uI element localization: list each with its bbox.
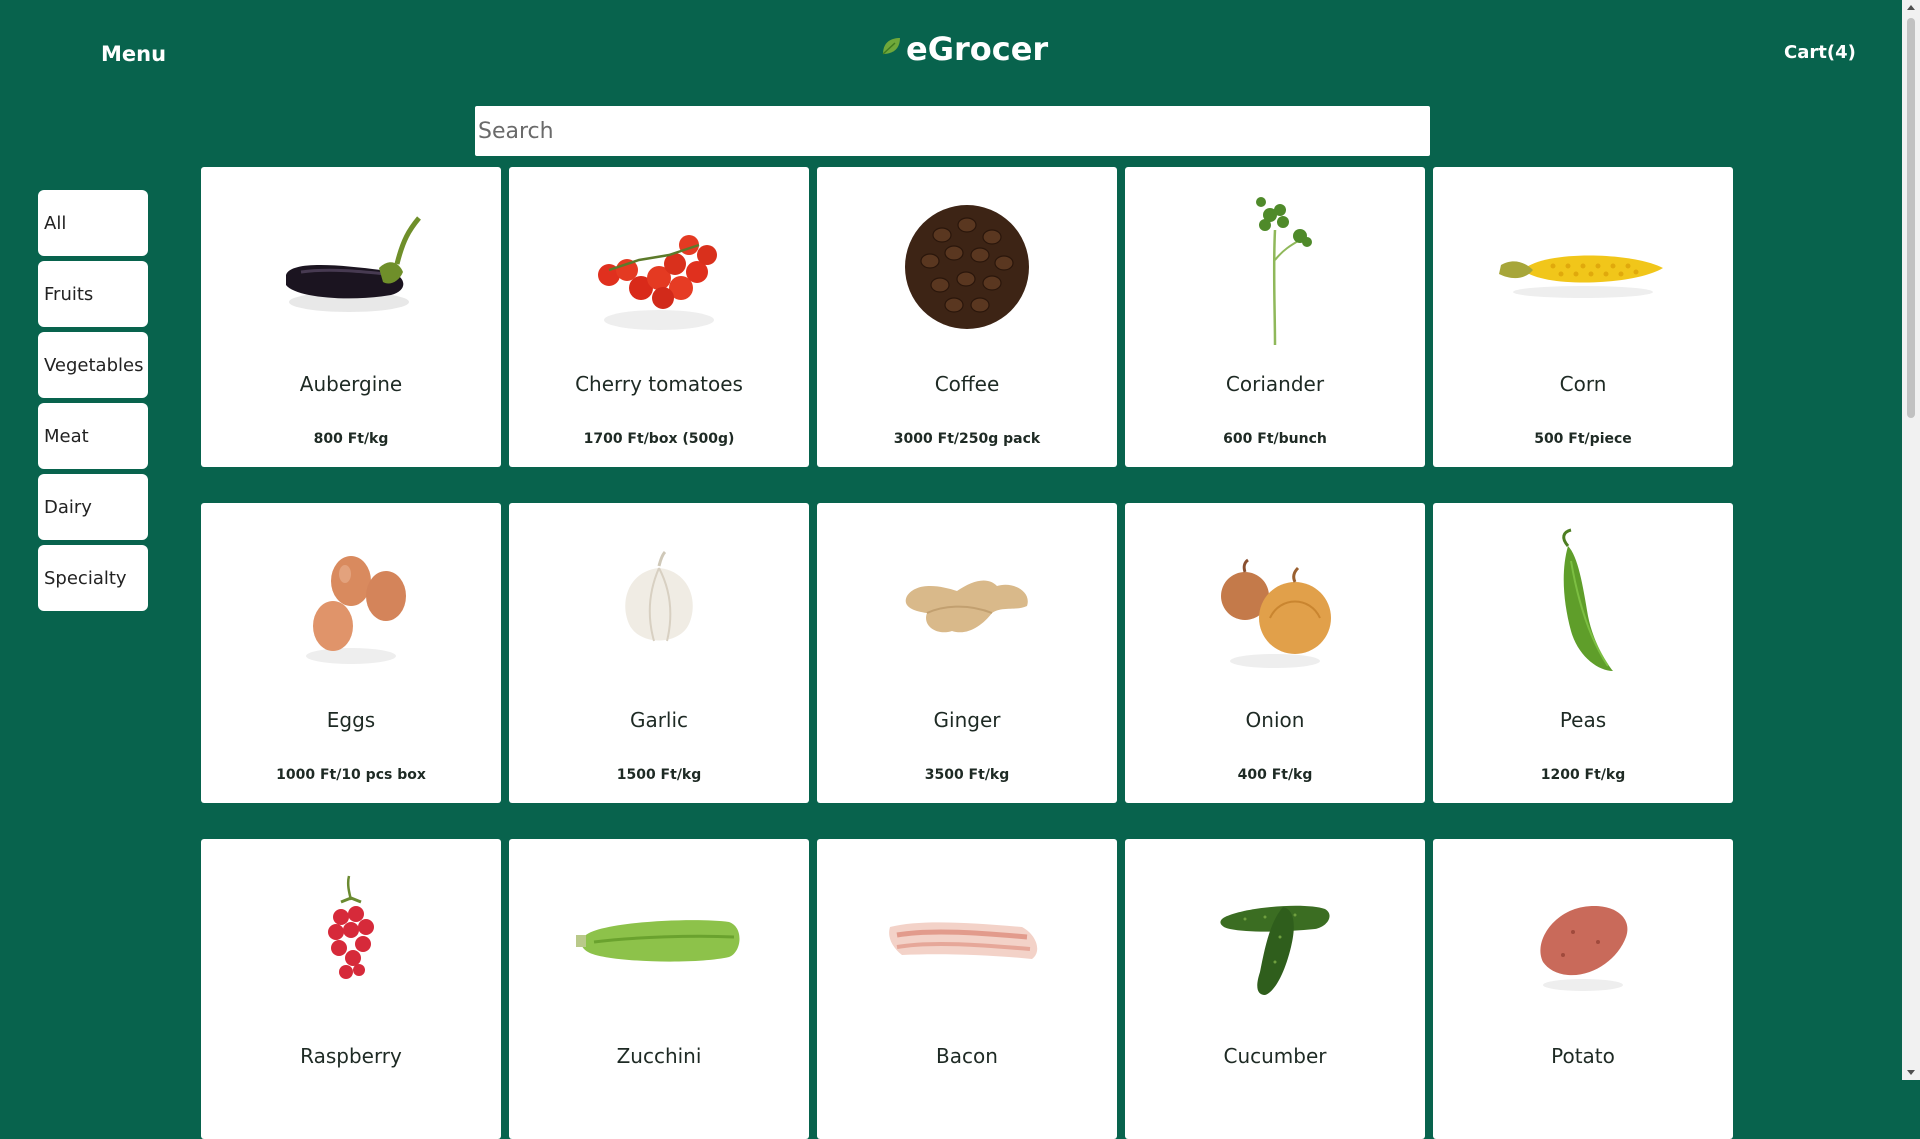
product-card[interactable]: Onion 400 Ft/kg <box>1125 503 1425 803</box>
eggs-image <box>251 511 451 701</box>
category-meat[interactable]: Meat <box>38 403 148 469</box>
scrollbar-thumb[interactable] <box>1907 18 1915 418</box>
product-name: Eggs <box>326 708 376 732</box>
logo-text: eGrocer <box>906 30 1049 68</box>
product-price: 500 Ft/piece <box>1534 431 1632 447</box>
product-name: Ginger <box>933 708 1001 732</box>
product-price: 800 Ft/kg <box>313 431 389 447</box>
header: Menu eGrocer Cart(4) <box>0 0 1900 100</box>
coriander-image <box>1175 175 1375 365</box>
product-name: Aubergine <box>299 372 403 396</box>
logo[interactable]: eGrocer <box>880 30 1048 68</box>
product-name: Onion <box>1245 708 1305 732</box>
product-name: Zucchini <box>616 1044 702 1068</box>
scroll-up-icon[interactable] <box>1907 5 1915 10</box>
product-name: Cherry tomatoes <box>575 372 743 396</box>
product-card[interactable]: Coffee 3000 Ft/250g pack <box>817 167 1117 467</box>
product-name: Peas <box>1559 708 1607 732</box>
scrollbar[interactable] <box>1902 0 1920 1080</box>
product-card[interactable]: Potato <box>1433 839 1733 1139</box>
product-card[interactable]: Peas 1200 Ft/kg <box>1433 503 1733 803</box>
product-name: Potato <box>1551 1044 1615 1068</box>
product-card[interactable]: Garlic 1500 Ft/kg <box>509 503 809 803</box>
product-card[interactable]: Raspberry <box>201 839 501 1139</box>
product-price: 1500 Ft/kg <box>616 767 702 783</box>
product-name: Coriander <box>1225 372 1325 396</box>
product-card[interactable]: Cucumber <box>1125 839 1425 1139</box>
product-name: Garlic <box>629 708 689 732</box>
product-price: 600 Ft/bunch <box>1223 431 1327 447</box>
product-name: Raspberry <box>300 1044 402 1068</box>
product-card[interactable]: Eggs 1000 Ft/10 pcs box <box>201 503 501 803</box>
aubergine-image <box>251 175 451 365</box>
product-price: 3500 Ft/kg <box>924 767 1010 783</box>
ginger-image <box>867 511 1067 701</box>
peas-image <box>1483 511 1683 701</box>
corn-image <box>1483 175 1683 365</box>
category-fruits[interactable]: Fruits <box>38 261 148 327</box>
category-vegetables[interactable]: Vegetables <box>38 332 148 398</box>
category-dairy[interactable]: Dairy <box>38 474 148 540</box>
category-specialty[interactable]: Specialty <box>38 545 148 611</box>
product-card[interactable]: Aubergine 800 Ft/kg <box>201 167 501 467</box>
category-all[interactable]: All <box>38 190 148 256</box>
product-name: Cucumber <box>1223 1044 1327 1068</box>
zucchini-image <box>559 847 759 1037</box>
product-price: 400 Ft/kg <box>1237 767 1313 783</box>
product-price: 1700 Ft/box (500g) <box>583 431 735 447</box>
product-price: 3000 Ft/250g pack <box>893 431 1041 447</box>
cucumber-image <box>1175 847 1375 1037</box>
search-input[interactable] <box>475 106 1430 156</box>
leaf-icon <box>882 38 900 55</box>
product-name: Coffee <box>934 372 1000 396</box>
category-sidebar: All Fruits Vegetables Meat Dairy Special… <box>38 190 148 616</box>
product-name: Bacon <box>936 1044 998 1068</box>
raspberry-image <box>251 847 451 1037</box>
product-price: 1200 Ft/kg <box>1540 767 1626 783</box>
product-card[interactable]: Corn 500 Ft/piece <box>1433 167 1733 467</box>
product-card[interactable]: Zucchini <box>509 839 809 1139</box>
product-card[interactable]: Bacon <box>817 839 1117 1139</box>
cart-button[interactable]: Cart(4) <box>1784 42 1856 63</box>
garlic-image <box>559 511 759 701</box>
onion-image <box>1175 511 1375 701</box>
product-card[interactable]: Coriander 600 Ft/bunch <box>1125 167 1425 467</box>
product-card[interactable]: Ginger 3500 Ft/kg <box>817 503 1117 803</box>
menu-button[interactable]: Menu <box>101 42 166 66</box>
cherry-tomatoes-image <box>559 175 759 365</box>
potato-image <box>1483 847 1683 1037</box>
coffee-beans-image <box>867 175 1067 365</box>
bacon-image <box>867 847 1067 1037</box>
product-price: 1000 Ft/10 pcs box <box>276 767 426 783</box>
product-card[interactable]: Cherry tomatoes 1700 Ft/box (500g) <box>509 167 809 467</box>
scroll-down-icon[interactable] <box>1907 1070 1915 1075</box>
product-name: Corn <box>1559 372 1607 396</box>
